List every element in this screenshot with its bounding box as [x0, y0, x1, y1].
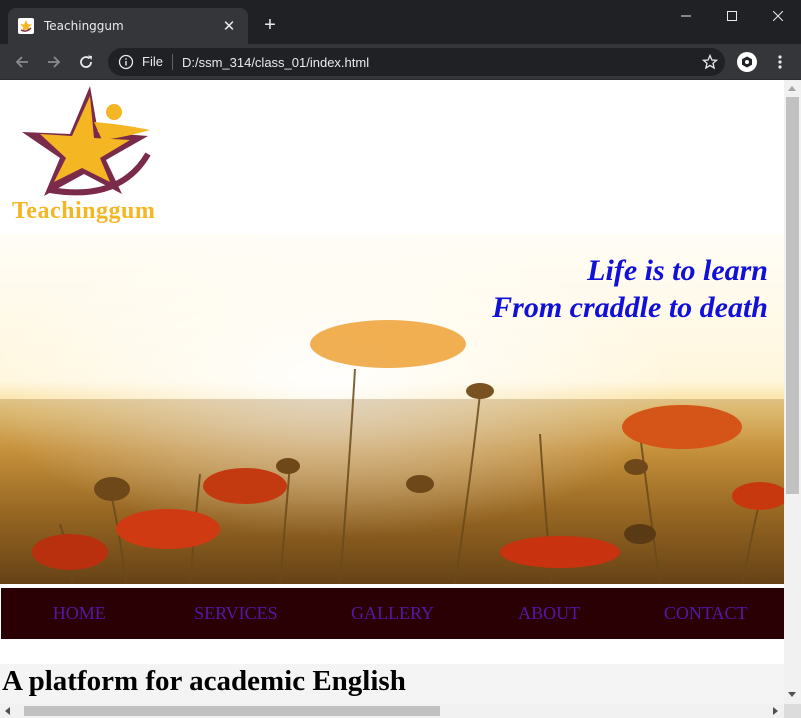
browser-toolbar: File D:/ssm_314/class_01/index.html: [0, 44, 801, 80]
minimize-icon: [681, 15, 691, 17]
tab-close-icon[interactable]: ✕: [220, 17, 238, 35]
vertical-scroll-thumb[interactable]: [786, 97, 799, 494]
browser-tab[interactable]: Teachinggum ✕: [8, 8, 248, 44]
reload-button[interactable]: [74, 50, 98, 74]
hero-tagline-line1: Life is to learn: [587, 254, 768, 287]
maximize-icon: [727, 11, 737, 21]
minimize-button[interactable]: [663, 0, 709, 32]
scroll-right-icon[interactable]: [773, 707, 778, 715]
vertical-scrollbar[interactable]: [784, 80, 801, 704]
forward-button[interactable]: [42, 50, 66, 74]
page-heading: A platform for academic English: [2, 665, 406, 697]
scroll-down-icon[interactable]: [788, 692, 796, 697]
horizontal-scrollbar[interactable]: [0, 704, 784, 718]
scroll-up-icon[interactable]: [788, 86, 796, 91]
star-logo-icon: [22, 86, 151, 196]
nav-gallery[interactable]: GALLERY: [314, 603, 471, 624]
tab-title: Teachinggum: [44, 19, 124, 33]
address-scheme: File: [142, 54, 173, 70]
logo-text: Teachinggum: [12, 198, 156, 224]
address-url[interactable]: D:/ssm_314/class_01/index.html: [182, 55, 695, 70]
nav-about[interactable]: ABOUT: [471, 603, 628, 624]
scrollbar-corner: [784, 704, 801, 718]
browser-menu-button[interactable]: [768, 50, 792, 74]
browser-titlebar: Teachinggum ✕ +: [0, 0, 801, 44]
back-button[interactable]: [10, 50, 34, 74]
info-icon[interactable]: [118, 54, 134, 70]
horizontal-scroll-thumb[interactable]: [24, 706, 440, 716]
extension-icon[interactable]: [737, 52, 757, 72]
more-vert-icon: [778, 55, 782, 69]
address-bar[interactable]: File D:/ssm_314/class_01/index.html: [108, 48, 725, 76]
nav-services[interactable]: SERVICES: [158, 603, 315, 624]
arrow-right-icon: [48, 56, 61, 68]
window-close-button[interactable]: [755, 0, 801, 32]
nav-contact[interactable]: CONTACT: [627, 603, 784, 624]
new-tab-button[interactable]: +: [258, 14, 282, 36]
logo[interactable]: Teachinggum: [10, 82, 166, 228]
maximize-button[interactable]: [709, 0, 755, 32]
arrow-left-icon: [15, 56, 28, 68]
hero-tagline: Life is to learn From craddle to death: [492, 252, 768, 326]
bookmark-star-icon[interactable]: [695, 48, 725, 76]
favicon-icon: [18, 18, 34, 34]
hero-banner: Life is to learn From craddle to death: [0, 234, 784, 584]
main-navbar: HOME SERVICES GALLERY ABOUT CONTACT: [1, 588, 784, 639]
reload-icon: [80, 55, 92, 68]
hero-tagline-line2: From craddle to death: [492, 291, 768, 324]
page-viewport: Teachinggum Life is to learn From craddl…: [0, 80, 784, 704]
nav-home[interactable]: HOME: [1, 603, 158, 624]
scroll-left-icon[interactable]: [5, 707, 10, 715]
close-icon: [773, 11, 783, 21]
